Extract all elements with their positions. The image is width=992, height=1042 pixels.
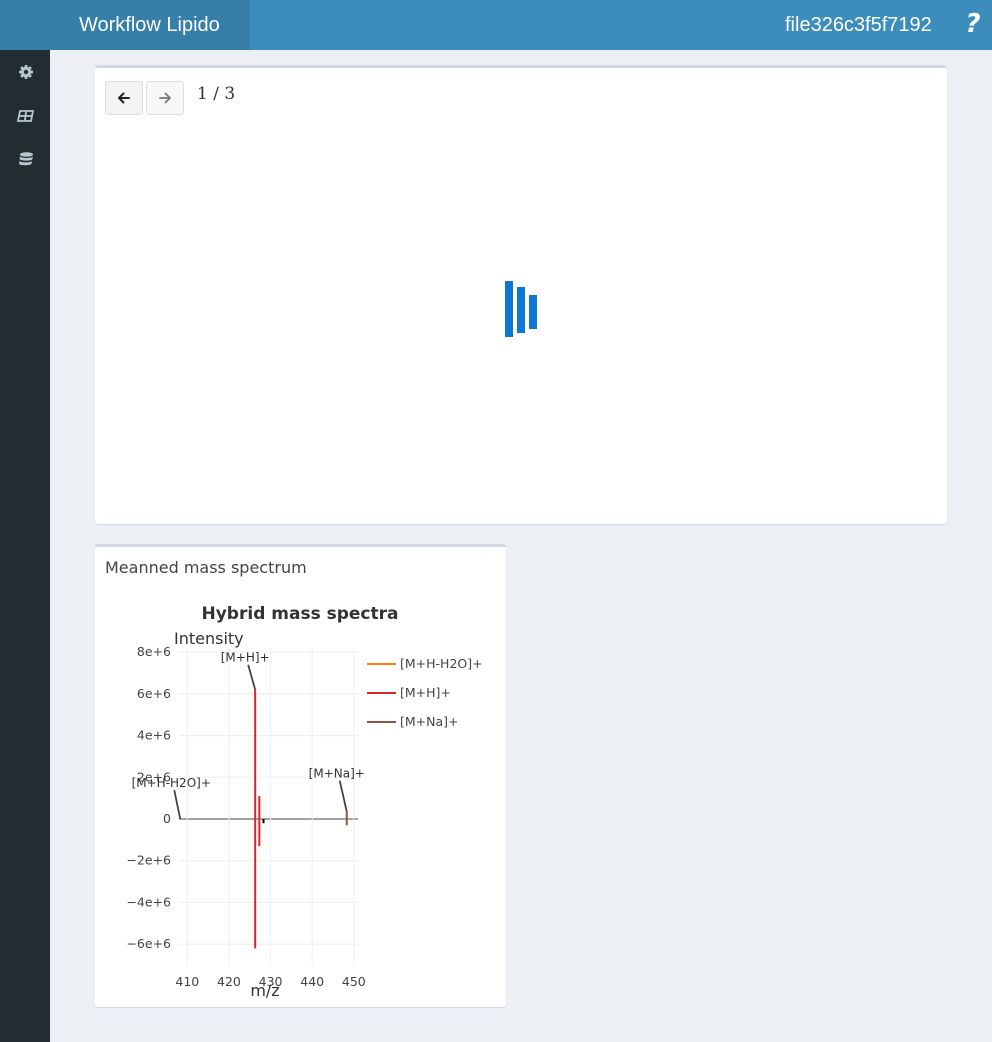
next-button[interactable] [146, 81, 184, 115]
y-tick-label: 6e+6 [137, 686, 171, 701]
help-icon[interactable]: ? [962, 8, 984, 40]
y-tick-label: −2e+6 [126, 853, 171, 868]
sidebar-item-database[interactable] [16, 150, 36, 170]
legend-label: [M+H]+ [400, 685, 451, 700]
annotation-arrow [247, 664, 257, 690]
legend-label: [M+H-H2O]+ [400, 656, 483, 671]
arrow-left-icon [118, 92, 130, 104]
arrow-right-icon [159, 92, 171, 104]
y-tick-label: −4e+6 [126, 894, 171, 909]
y-tick-label: −6e+6 [126, 936, 171, 951]
file-name: file326c3f5f7192 [785, 14, 932, 36]
annotation-label: [M+H]+ [221, 651, 270, 665]
previous-button[interactable] [105, 81, 143, 115]
app-logo[interactable]: Workflow Lipido [0, 0, 250, 50]
table-icon [16, 110, 35, 122]
x-tick-label: 440 [300, 974, 324, 989]
plot-title: Hybrid mass spectra [202, 604, 399, 624]
annotation-arrow [338, 780, 348, 812]
box-title: Meanned mass spectrum [105, 558, 307, 577]
spectra-viewer-box: 1 / 3 [95, 65, 947, 524]
sidebar-item-settings[interactable] [16, 62, 36, 82]
y-tick-label: 8e+6 [137, 644, 171, 659]
x-tick-label: 450 [342, 974, 366, 989]
x-tick-label: 430 [259, 974, 283, 989]
y-tick-label: 0 [163, 811, 171, 826]
loading-bars-icon [505, 281, 537, 337]
annotation-label: [M+Na]+ [309, 767, 365, 781]
annotation-arrow [173, 789, 182, 820]
x-tick-label: 410 [175, 974, 199, 989]
page-indicator: 1 / 3 [197, 84, 236, 104]
x-tick-label: 420 [217, 974, 241, 989]
database-icon [19, 152, 33, 166]
loading-spinner [505, 279, 539, 339]
sidebar-item-table[interactable] [16, 106, 36, 126]
sidebar [0, 50, 50, 1042]
legend-label: [M+Na]+ [400, 714, 459, 729]
mass-spectrum-plot[interactable]: Hybrid mass spectra Intensity m/z 8e+66e… [95, 592, 506, 1010]
gear-icon [19, 65, 33, 79]
annotation-label: [M+H-H2O]+ [132, 776, 211, 790]
y-axis-title: Intensity [174, 629, 244, 648]
y-tick-label: 4e+6 [137, 728, 171, 743]
top-header: Workflow Lipido file326c3f5f7192 ? [0, 0, 992, 50]
mass-spectrum-box: Meanned mass spectrum Hybrid mass spectr… [95, 544, 506, 1007]
